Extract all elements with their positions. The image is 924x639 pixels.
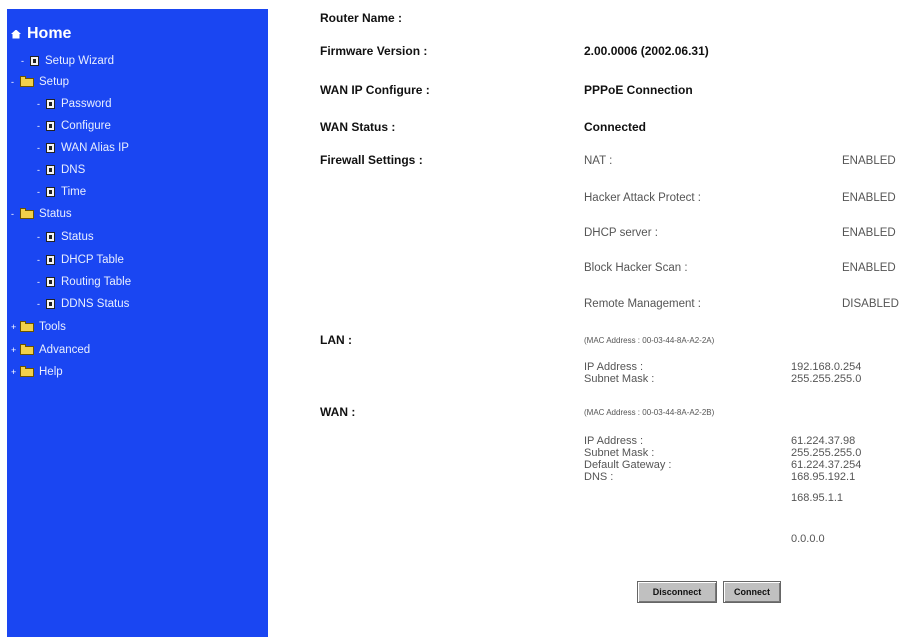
firewall-block-scan-label: Block Hacker Scan : — [584, 262, 688, 274]
page-icon — [46, 277, 55, 287]
wan-mac-address: (MAC Address : 00-03-44-8A-A2-2B) — [584, 408, 715, 417]
wan-mask-label: Subnet Mask : — [584, 447, 655, 459]
sidebar-item-label: Setup Wizard — [45, 55, 115, 67]
lan-mask-value: 255.255.255.0 — [791, 373, 862, 385]
firmware-label: Firmware Version : — [320, 44, 428, 58]
home-icon — [11, 29, 21, 39]
wan-dns-value-2: 168.95.1.1 — [791, 492, 843, 504]
firewall-nat-label: NAT : — [584, 155, 613, 167]
disconnect-button[interactable]: Disconnect — [637, 581, 717, 603]
lan-ip-value: 192.168.0.254 — [791, 361, 862, 373]
sidebar-item-setup-wizard[interactable]: - Setup Wizard — [21, 55, 114, 67]
sidebar-item-setup[interactable]: - Setup — [11, 75, 70, 88]
page-icon — [46, 255, 55, 265]
sidebar-item-label: Tools — [39, 321, 66, 333]
page-icon — [46, 165, 55, 175]
sidebar-item-ddns-status[interactable]: - DDNS Status — [37, 298, 129, 310]
folder-open-icon — [20, 75, 34, 87]
page-icon — [46, 187, 55, 197]
wan-status-value: Connected — [584, 120, 647, 134]
lan-ip-label: IP Address : — [584, 361, 644, 373]
page-icon — [46, 299, 55, 309]
page-icon — [46, 143, 55, 153]
sidebar-item-routing-table[interactable]: - Routing Table — [37, 276, 131, 288]
sidebar-item-configure[interactable]: - Configure — [37, 120, 111, 132]
sidebar-item-label: WAN Alias IP — [61, 142, 129, 154]
firewall-dhcp-state: ENABLED — [842, 227, 896, 239]
sidebar-item-label: Help — [39, 366, 63, 378]
page-icon — [46, 232, 55, 242]
firewall-remote-mgmt-state: DISABLED — [842, 298, 899, 310]
sidebar-item-label: DHCP Table — [61, 254, 124, 266]
home-label: Home — [27, 25, 72, 42]
sidebar-item-status-page[interactable]: - Status — [37, 231, 94, 243]
folder-icon — [20, 365, 34, 377]
sidebar-item-label: Advanced — [39, 344, 91, 356]
firewall-block-scan-state: ENABLED — [842, 262, 896, 274]
firewall-remote-mgmt-label: Remote Management : — [584, 298, 701, 310]
lan-mask-label: Subnet Mask : — [584, 373, 655, 385]
wan-dns-value-3: 0.0.0.0 — [791, 533, 825, 545]
wan-gateway-label: Default Gateway : — [584, 459, 672, 471]
sidebar-item-label: Configure — [61, 120, 111, 132]
sidebar-item-label: DDNS Status — [61, 298, 130, 310]
sidebar-item-time[interactable]: - Time — [37, 186, 86, 198]
sidebar-item-label: Routing Table — [61, 276, 132, 288]
firewall-settings-label: Firewall Settings : — [320, 153, 423, 167]
sidebar-item-wan-alias-ip[interactable]: - WAN Alias IP — [37, 142, 129, 154]
sidebar-item-label: Time — [61, 186, 87, 198]
firewall-nat-state: ENABLED — [842, 155, 896, 167]
sidebar-item-label: Status — [61, 231, 94, 243]
lan-label: LAN : — [320, 333, 352, 347]
lan-mac-address: (MAC Address : 00-03-44-8A-A2-2A) — [584, 336, 715, 345]
firewall-hacker-protect-state: ENABLED — [842, 192, 896, 204]
sidebar-item-password[interactable]: - Password — [37, 98, 112, 110]
wan-ip-configure-value: PPPoE Connection — [584, 83, 693, 97]
sidebar-item-label: Password — [61, 98, 112, 110]
wan-ip-value: 61.224.37.98 — [791, 435, 856, 447]
tree-home[interactable]: Home — [11, 25, 71, 43]
wan-dns-value-1: 168.95.192.1 — [791, 471, 856, 483]
page-icon — [30, 56, 39, 66]
wan-dns-label: DNS : — [584, 471, 614, 483]
folder-open-icon — [20, 207, 34, 219]
sidebar-item-dhcp-table[interactable]: - DHCP Table — [37, 254, 124, 266]
page-icon — [46, 99, 55, 109]
connect-button[interactable]: Connect — [723, 581, 781, 603]
folder-icon — [20, 343, 34, 355]
sidebar-item-status[interactable]: - Status — [11, 207, 72, 220]
sidebar-item-dns[interactable]: - DNS — [37, 164, 85, 176]
sidebar-nav: Home - Setup Wizard - Setup - Password -… — [7, 9, 268, 637]
sidebar-item-label: Setup — [39, 76, 70, 88]
wan-status-label: WAN Status : — [320, 120, 396, 134]
sidebar-item-label: DNS — [61, 164, 86, 176]
wan-mask-value: 255.255.255.0 — [791, 447, 862, 459]
wan-gateway-value: 61.224.37.254 — [791, 459, 862, 471]
sidebar-item-tools[interactable]: + Tools — [11, 320, 66, 333]
sidebar-item-label: Status — [39, 208, 72, 220]
sidebar-item-help[interactable]: + Help — [11, 365, 63, 378]
sidebar-item-advanced[interactable]: + Advanced — [11, 343, 91, 356]
wan-ip-configure-label: WAN IP Configure : — [320, 83, 430, 97]
firewall-hacker-protect-label: Hacker Attack Protect : — [584, 192, 701, 204]
folder-icon — [20, 320, 34, 332]
firmware-value: 2.00.0006 (2002.06.31) — [584, 44, 709, 58]
wan-label: WAN : — [320, 405, 356, 419]
page-icon — [46, 121, 55, 131]
router-name-label: Router Name : — [320, 11, 403, 25]
wan-ip-label: IP Address : — [584, 435, 644, 447]
firewall-dhcp-label: DHCP server : — [584, 227, 658, 239]
